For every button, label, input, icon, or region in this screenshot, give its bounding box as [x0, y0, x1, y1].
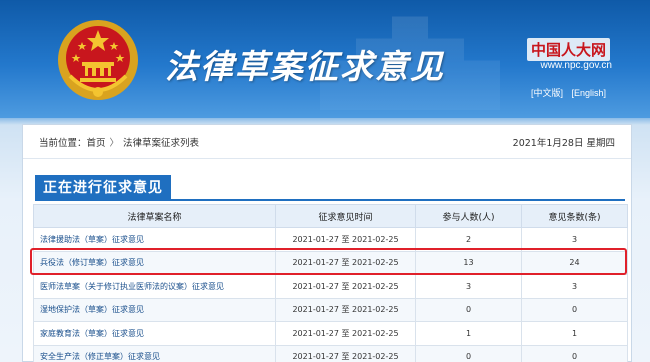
- table-row: 医师法草案（关于修订执业医师法的议案）征求意见 2021-01-27 至 202…: [33, 274, 628, 299]
- header-participants: 参与人数(人): [415, 204, 522, 228]
- draft-name-link[interactable]: 医师法草案（关于修订执业医师法的议案）征求意见: [33, 274, 276, 299]
- table-row: 湿地保护法（草案）征求意见 2021-01-27 至 2021-02-25 0 …: [33, 297, 628, 322]
- breadcrumb-home-link[interactable]: 首页: [87, 135, 106, 149]
- table-row: 兵役法（修订草案）征求意见 2021-01-27 至 2021-02-25 13…: [33, 250, 628, 275]
- opinion-count: 0: [521, 344, 628, 362]
- draft-period: 2021-01-27 至 2021-02-25: [275, 250, 416, 275]
- draft-period: 2021-01-27 至 2021-02-25: [275, 321, 416, 346]
- table-row: 法律援助法（草案）征求意见 2021-01-27 至 2021-02-25 2 …: [33, 227, 628, 252]
- section-divider: [35, 199, 625, 201]
- participant-count: 2: [415, 227, 522, 252]
- draft-period: 2021-01-27 至 2021-02-25: [275, 297, 416, 322]
- breadcrumb-label: 当前位置：: [39, 137, 87, 149]
- participant-count: 1: [415, 321, 522, 346]
- opinion-count: 24: [521, 250, 628, 275]
- language-switcher: [中文版] [English]: [525, 86, 606, 99]
- table-row: 安全生产法（修正草案）征求意见 2021-01-27 至 2021-02-25 …: [33, 344, 628, 362]
- drafts-table: 法律草案名称 征求意见时间 参与人数(人) 意见条数(条) 法律援助法（草案）征…: [33, 204, 628, 362]
- draft-name-link[interactable]: 湿地保护法（草案）征求意见: [33, 297, 276, 322]
- national-emblem-icon: [58, 20, 138, 100]
- draft-name-link[interactable]: 兵役法（修订草案）征求意见: [33, 250, 276, 275]
- lang-english-link[interactable]: [English]: [571, 88, 606, 98]
- section-title: 正在进行征求意见: [35, 175, 171, 199]
- table-row: 家庭教育法（草案）征求意见 2021-01-27 至 2021-02-25 1 …: [33, 321, 628, 346]
- draft-name-link[interactable]: 法律援助法（草案）征求意见: [33, 227, 276, 252]
- draft-period: 2021-01-27 至 2021-02-25: [275, 274, 416, 299]
- opinion-count: 1: [521, 321, 628, 346]
- content-panel: 当前位置： 首页 〉 法律草案征求列表 2021年1月28日 星期四 正在进行征…: [22, 124, 632, 362]
- header-opinions: 意见条数(条): [521, 204, 628, 228]
- header-time: 征求意见时间: [275, 204, 416, 228]
- header-name: 法律草案名称: [33, 204, 276, 228]
- draft-name-link[interactable]: 家庭教育法（草案）征求意见: [33, 321, 276, 346]
- opinion-count: 3: [521, 274, 628, 299]
- lang-chinese-link[interactable]: [中文版]: [531, 88, 563, 98]
- current-date: 2021年1月28日 星期四: [512, 137, 615, 149]
- site-banner: 法律草案征求意见 中国人大网 www.npc.gov.cn [中文版] [Eng…: [0, 0, 650, 118]
- table-header-row: 法律草案名称 征求意见时间 参与人数(人) 意见条数(条): [33, 204, 628, 228]
- site-title: 法律草案征求意见: [165, 47, 445, 86]
- participant-count: 0: [415, 297, 522, 322]
- draft-name-link[interactable]: 安全生产法（修正草案）征求意见: [33, 344, 276, 362]
- participant-count: 3: [415, 274, 522, 299]
- opinion-count: 3: [521, 227, 628, 252]
- participant-count: 0: [415, 344, 522, 362]
- breadcrumb-separator: 〉: [109, 137, 120, 149]
- breadcrumb: 当前位置： 首页 〉 法律草案征求列表 2021年1月28日 星期四: [23, 125, 631, 159]
- opinion-count: 0: [521, 297, 628, 322]
- draft-period: 2021-01-27 至 2021-02-25: [275, 344, 416, 362]
- breadcrumb-current: 法律草案征求列表: [123, 137, 200, 149]
- draft-period: 2021-01-27 至 2021-02-25: [275, 227, 416, 252]
- npc-logo[interactable]: 中国人大网: [526, 38, 610, 61]
- npc-url[interactable]: www.npc.gov.cn: [540, 60, 612, 71]
- participant-count: 13: [415, 250, 522, 275]
